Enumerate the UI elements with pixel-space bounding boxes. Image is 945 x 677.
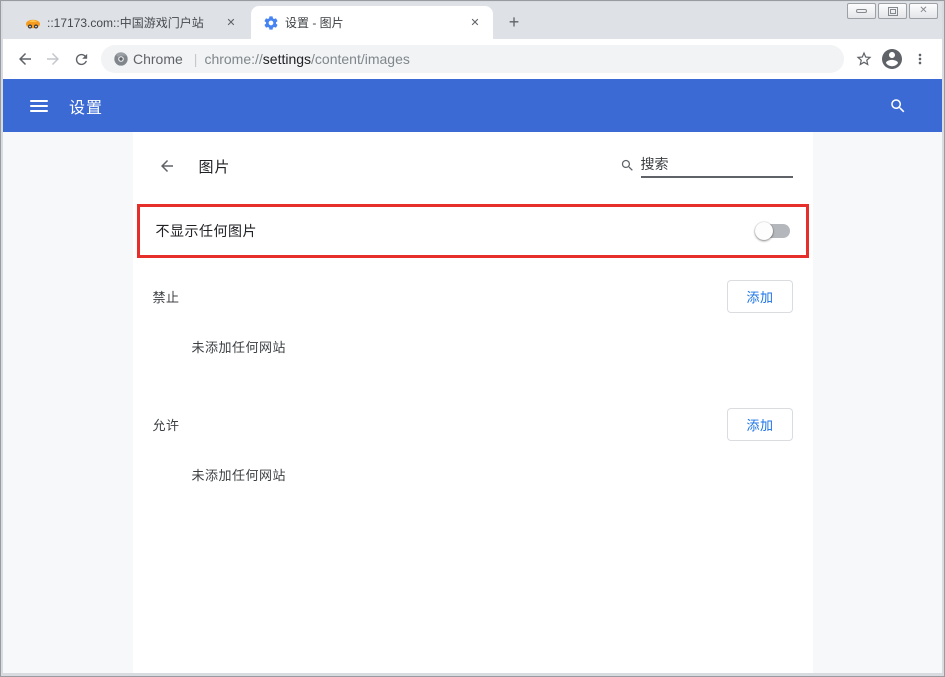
no-images-toggle[interactable] <box>756 224 790 238</box>
window-controls: ✕ <box>847 3 938 19</box>
reload-icon <box>73 51 90 68</box>
url-separator: | <box>194 51 198 67</box>
url-text: chrome://settings/content/images <box>204 51 409 67</box>
toggle-knob <box>755 222 773 240</box>
settings-main: 图片 不显示任何图片 禁止 <box>3 132 942 673</box>
profile-button[interactable] <box>878 45 906 73</box>
forward-arrow-icon <box>44 50 62 68</box>
tab-title: 设置 - 图片 <box>285 14 461 31</box>
tab-close-icon[interactable]: ✕ <box>467 15 483 31</box>
tab-strip: ✕ ::17173.com::中国游戏门户站 ✕ 设置 - 图片 <box>3 2 942 39</box>
page-header: 图片 <box>133 134 813 190</box>
highlight-annotation: 不显示任何图片 <box>137 204 809 258</box>
site-favicon-icon <box>25 15 41 31</box>
back-arrow-icon <box>16 50 34 68</box>
search-icon <box>620 158 635 173</box>
new-tab-button[interactable]: + <box>501 9 527 35</box>
browser-window: ✕ ::17173.com::中国游戏门户站 ✕ 设置 - 图片 <box>0 0 945 677</box>
toggle-label: 不显示任何图片 <box>156 221 258 241</box>
minimize-icon <box>856 9 867 13</box>
empty-list-text: 未添加任何网站 <box>153 441 793 488</box>
close-icon: ✕ <box>919 6 927 16</box>
forward-button[interactable] <box>39 45 67 73</box>
section-divider-space <box>133 360 813 386</box>
maximize-icon <box>888 7 898 16</box>
tab-17173[interactable]: ::17173.com::中国游戏门户站 ✕ <box>13 6 249 39</box>
block-add-button[interactable]: 添加 <box>727 280 792 313</box>
page-back-button[interactable] <box>153 152 181 180</box>
search-icon <box>889 97 907 115</box>
allow-add-button[interactable]: 添加 <box>727 408 792 441</box>
section-label: 禁止 <box>153 287 180 306</box>
settings-card: 图片 不显示任何图片 禁止 <box>133 132 813 673</box>
reload-button[interactable] <box>67 45 95 73</box>
tab-close-icon[interactable]: ✕ <box>223 15 239 31</box>
chrome-logo-icon <box>113 51 129 67</box>
bookmark-button[interactable] <box>850 45 878 73</box>
settings-title: 设置 <box>69 94 103 118</box>
navigation-bar: Chrome | chrome://settings/content/image… <box>3 39 942 79</box>
url-path: /content/images <box>311 51 410 67</box>
gear-icon <box>263 15 279 31</box>
settings-header: 设置 <box>3 79 942 132</box>
kebab-menu-icon <box>912 51 928 67</box>
maximize-button[interactable] <box>878 3 907 19</box>
star-icon <box>855 50 873 68</box>
address-bar[interactable]: Chrome | chrome://settings/content/image… <box>101 45 844 73</box>
search-input[interactable] <box>641 154 793 176</box>
avatar-icon <box>880 47 904 71</box>
allow-section: 允许 添加 未添加任何网站 <box>133 408 813 488</box>
url-host: settings <box>263 51 311 67</box>
header-search-button[interactable] <box>878 86 918 126</box>
empty-list-text: 未添加任何网站 <box>153 313 793 360</box>
hamburger-icon <box>30 100 48 102</box>
page-search <box>620 154 793 178</box>
back-button[interactable] <box>11 45 39 73</box>
hamburger-menu-button[interactable] <box>19 86 59 126</box>
block-section: 禁止 添加 未添加任何网站 <box>133 280 813 360</box>
close-window-button[interactable]: ✕ <box>909 3 938 19</box>
url-scheme: chrome:// <box>204 51 262 67</box>
minimize-button[interactable] <box>847 3 876 19</box>
brand-label: Chrome <box>133 51 183 67</box>
page-title: 图片 <box>199 156 231 177</box>
tab-title: ::17173.com::中国游戏门户站 <box>47 14 217 31</box>
back-arrow-icon <box>158 157 176 175</box>
menu-button[interactable] <box>906 45 934 73</box>
tab-settings-images[interactable]: 设置 - 图片 ✕ <box>251 6 493 39</box>
section-label: 允许 <box>153 415 180 434</box>
no-images-toggle-row[interactable]: 不显示任何图片 <box>140 207 806 255</box>
